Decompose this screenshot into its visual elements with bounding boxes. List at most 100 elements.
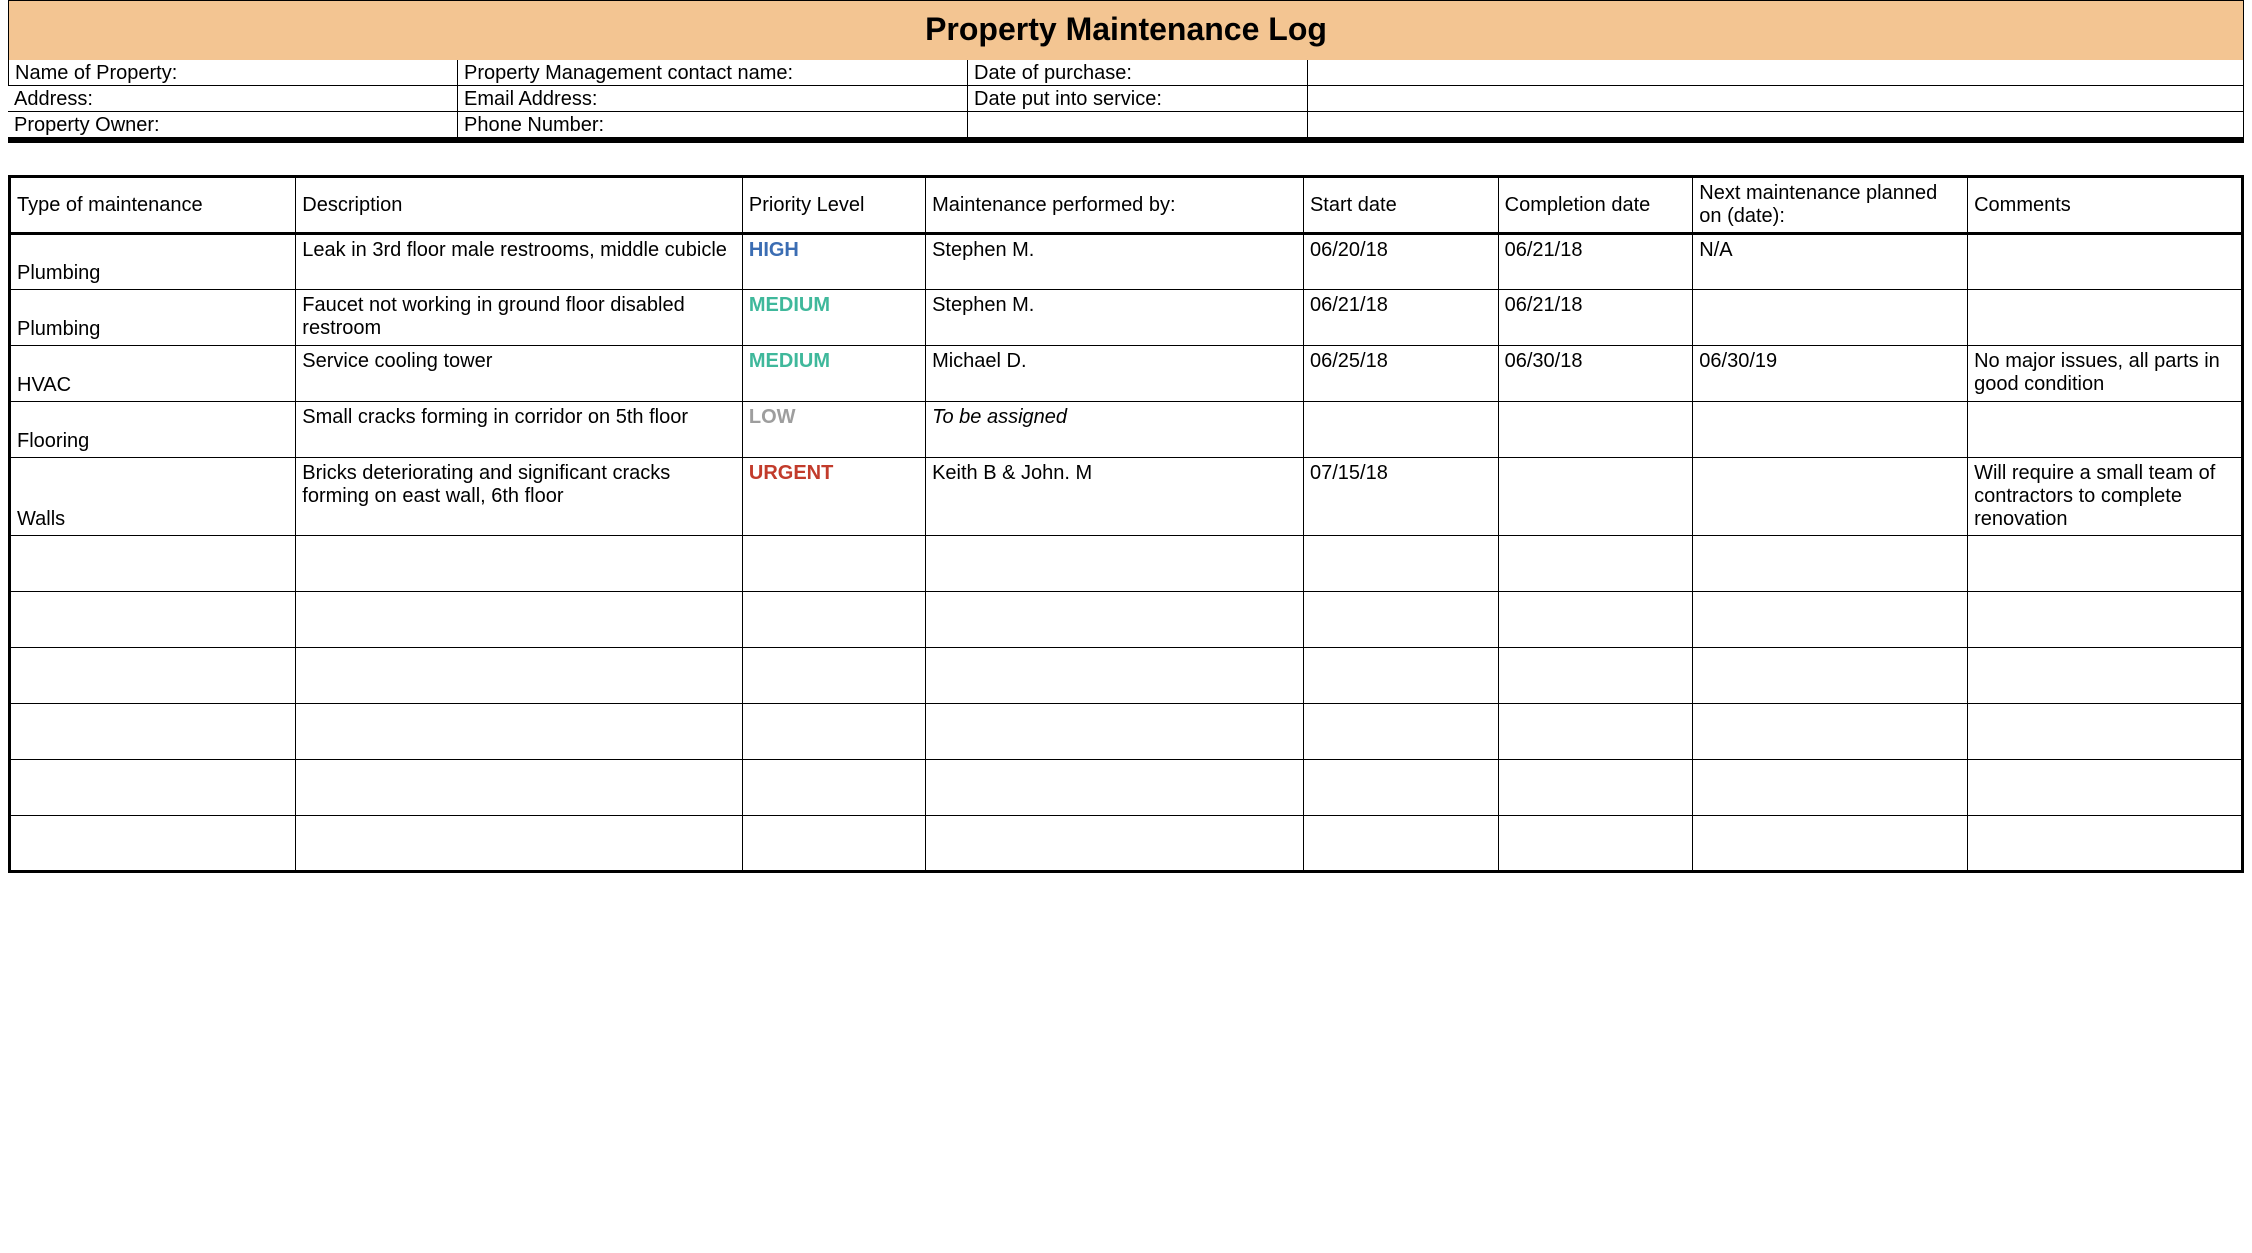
cell-priority: MEDIUM <box>742 346 925 402</box>
cell-start-date <box>1303 816 1498 872</box>
info-blank-r1 <box>1308 60 2244 86</box>
table-row: HVACService cooling towerMEDIUMMichael D… <box>10 346 2243 402</box>
cell-comments <box>1968 234 2243 290</box>
page-title: Property Maintenance Log <box>8 0 2244 60</box>
cell-performed-by: Keith B & John. M <box>926 458 1304 536</box>
header-next-maintenance: Next maintenance planned on (date): <box>1693 177 1968 234</box>
cell-priority <box>742 536 925 592</box>
info-contact-name-label: Property Management contact name: <box>458 60 968 86</box>
cell-type <box>10 592 296 648</box>
info-date-service-label: Date put into service: <box>968 86 1308 112</box>
cell-type <box>10 648 296 704</box>
cell-priority: URGENT <box>742 458 925 536</box>
cell-type <box>10 536 296 592</box>
table-row <box>10 648 2243 704</box>
table-row: PlumbingLeak in 3rd floor male restrooms… <box>10 234 2243 290</box>
cell-performed-by <box>926 536 1304 592</box>
table-header-row: Type of maintenance Description Priority… <box>10 177 2243 234</box>
cell-performed-by <box>926 592 1304 648</box>
cell-completion-date <box>1498 592 1693 648</box>
header-performed-by: Maintenance performed by: <box>926 177 1304 234</box>
cell-completion-date <box>1498 704 1693 760</box>
cell-priority: MEDIUM <box>742 290 925 346</box>
cell-comments <box>1968 592 2243 648</box>
cell-next-maintenance <box>1693 592 1968 648</box>
cell-next-maintenance <box>1693 760 1968 816</box>
cell-description <box>296 760 743 816</box>
cell-description: Service cooling tower <box>296 346 743 402</box>
cell-description: Leak in 3rd floor male restrooms, middle… <box>296 234 743 290</box>
cell-next-maintenance <box>1693 648 1968 704</box>
page: Property Maintenance Log Name of Propert… <box>0 0 2252 893</box>
table-row <box>10 704 2243 760</box>
cell-priority <box>742 816 925 872</box>
cell-description <box>296 536 743 592</box>
table-row <box>10 816 2243 872</box>
cell-type <box>10 816 296 872</box>
cell-completion-date: 06/30/18 <box>1498 346 1693 402</box>
table-row <box>10 760 2243 816</box>
cell-comments <box>1968 760 2243 816</box>
cell-comments: Will require a small team of contractors… <box>1968 458 2243 536</box>
cell-completion-date <box>1498 648 1693 704</box>
cell-next-maintenance <box>1693 458 1968 536</box>
cell-next-maintenance <box>1693 290 1968 346</box>
info-blank-r2 <box>1308 86 2244 112</box>
header-start-date: Start date <box>1303 177 1498 234</box>
info-date-purchase-label: Date of purchase: <box>968 60 1308 86</box>
cell-comments <box>1968 402 2243 458</box>
cell-priority <box>742 704 925 760</box>
cell-start-date <box>1303 704 1498 760</box>
cell-completion-date <box>1498 536 1693 592</box>
cell-comments <box>1968 648 2243 704</box>
cell-priority <box>742 592 925 648</box>
cell-type: Plumbing <box>10 290 296 346</box>
cell-priority: HIGH <box>742 234 925 290</box>
info-grid: Name of Property: Property Management co… <box>8 60 2244 143</box>
header-comments: Comments <box>1968 177 2243 234</box>
cell-performed-by <box>926 816 1304 872</box>
header-type: Type of maintenance <box>10 177 296 234</box>
cell-type: Flooring <box>10 402 296 458</box>
table-row: WallsBricks deteriorating and significan… <box>10 458 2243 536</box>
header-priority: Priority Level <box>742 177 925 234</box>
table-row <box>10 536 2243 592</box>
cell-description: Bricks deteriorating and significant cra… <box>296 458 743 536</box>
table-row: PlumbingFaucet not working in ground flo… <box>10 290 2243 346</box>
cell-completion-date <box>1498 458 1693 536</box>
cell-description <box>296 648 743 704</box>
cell-completion-date: 06/21/18 <box>1498 234 1693 290</box>
cell-description: Small cracks forming in corridor on 5th … <box>296 402 743 458</box>
cell-completion-date <box>1498 402 1693 458</box>
cell-next-maintenance <box>1693 816 1968 872</box>
cell-start-date <box>1303 648 1498 704</box>
cell-description <box>296 816 743 872</box>
cell-next-maintenance: N/A <box>1693 234 1968 290</box>
cell-comments: No major issues, all parts in good condi… <box>1968 346 2243 402</box>
info-phone-label: Phone Number: <box>458 112 968 138</box>
cell-next-maintenance <box>1693 704 1968 760</box>
header-completion-date: Completion date <box>1498 177 1693 234</box>
cell-start-date <box>1303 592 1498 648</box>
cell-start-date: 07/15/18 <box>1303 458 1498 536</box>
cell-start-date <box>1303 402 1498 458</box>
cell-type <box>10 760 296 816</box>
cell-description <box>296 592 743 648</box>
table-row <box>10 592 2243 648</box>
cell-comments <box>1968 536 2243 592</box>
cell-next-maintenance: 06/30/19 <box>1693 346 1968 402</box>
cell-description <box>296 704 743 760</box>
cell-performed-by: Stephen M. <box>926 290 1304 346</box>
info-owner-label: Property Owner: <box>8 112 458 138</box>
maintenance-table: Type of maintenance Description Priority… <box>8 175 2244 873</box>
cell-next-maintenance <box>1693 536 1968 592</box>
cell-start-date <box>1303 760 1498 816</box>
cell-performed-by <box>926 760 1304 816</box>
cell-type: Walls <box>10 458 296 536</box>
cell-priority <box>742 760 925 816</box>
info-email-label: Email Address: <box>458 86 968 112</box>
cell-completion-date: 06/21/18 <box>1498 290 1693 346</box>
info-address-label: Address: <box>8 86 458 112</box>
cell-performed-by: To be assigned <box>926 402 1304 458</box>
cell-performed-by <box>926 648 1304 704</box>
